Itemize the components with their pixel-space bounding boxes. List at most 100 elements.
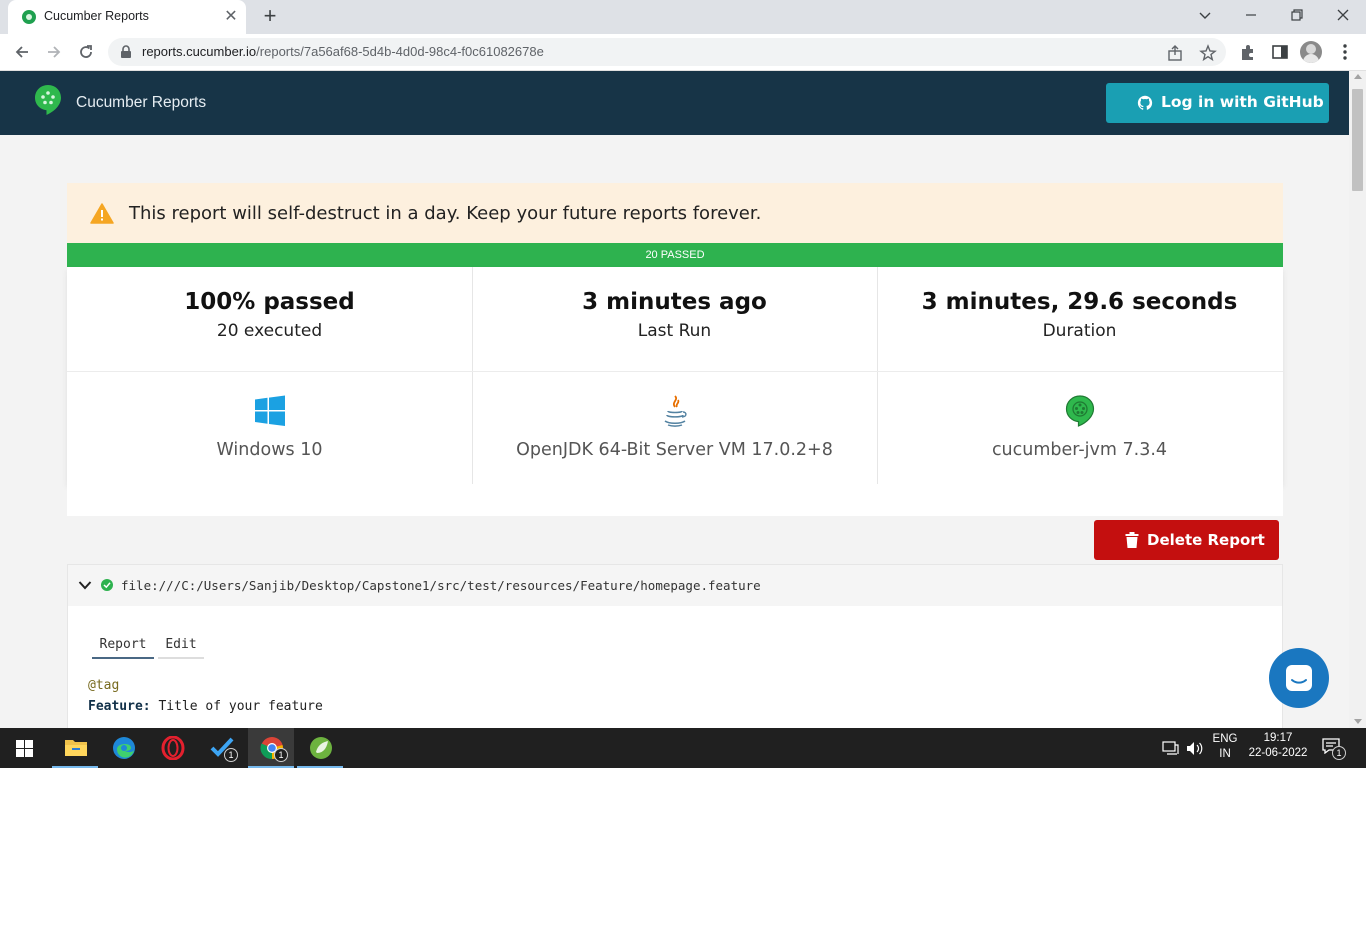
scroll-down-arrow-icon[interactable]: [1354, 719, 1362, 724]
os-label: Windows 10: [216, 440, 323, 460]
minimize-icon[interactable]: [1228, 2, 1274, 30]
cucumber-favicon-icon: [22, 10, 36, 24]
windows-taskbar: 1 1 ENG IN 19:17 22-06-2022 1: [0, 728, 1366, 768]
cucumber-icon: [1065, 395, 1094, 427]
feature-file-path: file:///C:/Users/Sanjib/Desktop/Capstone…: [121, 578, 761, 593]
implementation-label: cucumber-jvm 7.3.4: [991, 440, 1168, 460]
browser-tabstrip: Cucumber Reports ✕ +: [0, 0, 1366, 34]
pass-status-bar: 20 PASSED: [67, 243, 1283, 267]
feature-tag: @tag: [88, 678, 120, 693]
warning-text: This report will self-destruct in a day.…: [129, 203, 762, 224]
spring-tools-icon: [310, 737, 332, 759]
pass-rate-stat: 100% passed 20 executed: [67, 289, 472, 341]
duration-value: 3 minutes, 29.6 seconds: [921, 289, 1238, 315]
divider: [67, 371, 1283, 372]
close-window-icon[interactable]: [1320, 2, 1366, 30]
spacer-strip: [67, 484, 1283, 516]
vscode-badge: 1: [224, 748, 238, 762]
runtime-env: OpenJDK 64-Bit Server VM 17.0.2+8: [472, 394, 877, 460]
feature-header[interactable]: file:///C:/Users/Sanjib/Desktop/Capstone…: [68, 565, 1282, 606]
notification-center-button[interactable]: 1: [1322, 738, 1346, 760]
region-code: IN: [1219, 748, 1231, 760]
taskbar-spring-tools[interactable]: [297, 728, 343, 768]
forward-arrow-icon[interactable]: [41, 40, 67, 64]
implementation-env: cucumber-jvm 7.3.4: [877, 394, 1282, 460]
browser-toolbar: reports.cucumber.io/reports/7a56af68-5d4…: [0, 34, 1366, 71]
volume-icon[interactable]: [1186, 741, 1204, 756]
taskbar-vscode[interactable]: 1: [198, 728, 244, 768]
opera-icon: [161, 736, 185, 760]
address-bar[interactable]: reports.cucumber.io/reports/7a56af68-5d4…: [108, 38, 1226, 66]
clock-time: 19:17: [1263, 732, 1293, 744]
tab-title: Cucumber Reports: [44, 9, 149, 23]
side-panel-icon[interactable]: [1270, 42, 1290, 62]
taskbar-file-explorer[interactable]: [52, 728, 98, 768]
chat-launcher-button[interactable]: [1269, 648, 1329, 708]
new-tab-button[interactable]: +: [259, 5, 281, 27]
login-github-label: Log in with GitHub: [1161, 93, 1324, 111]
url-text[interactable]: reports.cucumber.io/reports/7a56af68-5d4…: [142, 44, 544, 59]
brand-name[interactable]: Cucumber Reports: [76, 94, 206, 112]
cucumber-logo[interactable]: [34, 84, 62, 116]
notification-badge: 1: [1332, 746, 1346, 760]
runtime-label: OpenJDK 64-Bit Server VM 17.0.2+8: [516, 440, 833, 460]
warning-icon: [90, 203, 114, 224]
edge-icon: [113, 737, 135, 759]
delete-report-button[interactable]: Delete Report: [1094, 520, 1279, 560]
star-icon[interactable]: [1199, 44, 1217, 62]
profile-avatar[interactable]: [1300, 41, 1322, 63]
summary-panel: 100% passed 20 executed 3 minutes ago La…: [67, 267, 1283, 484]
check-circle-icon: [101, 579, 113, 591]
feature-keyword: Feature:: [88, 699, 151, 714]
pass-rate-value: 100% passed: [184, 289, 355, 315]
last-run-value: 3 minutes ago: [582, 289, 767, 315]
taskbar-opera[interactable]: [149, 728, 195, 768]
share-icon[interactable]: [1166, 44, 1184, 62]
restore-icon[interactable]: [1274, 2, 1320, 30]
gherkin-source: @tag Feature: Title of your feature: [88, 675, 323, 717]
network-icon[interactable]: [1162, 741, 1180, 756]
executed-count: 20 executed: [216, 321, 323, 341]
kebab-menu-icon[interactable]: [1335, 42, 1355, 62]
site-header: Cucumber Reports Log in with GitHub: [0, 71, 1349, 135]
windows-icon: [254, 395, 285, 426]
lock-icon[interactable]: [120, 45, 132, 59]
clock-date: 22-06-2022: [1248, 747, 1308, 759]
tab-edit[interactable]: Edit: [158, 631, 204, 659]
feature-card: file:///C:/Users/Sanjib/Desktop/Capstone…: [67, 564, 1283, 728]
taskbar-chrome[interactable]: 1: [248, 728, 294, 768]
login-github-button[interactable]: Log in with GitHub: [1106, 83, 1329, 123]
start-button[interactable]: [0, 728, 46, 768]
feature-title: Title of your feature: [150, 699, 323, 714]
os-env: Windows 10: [67, 394, 472, 460]
tab-report[interactable]: Report: [92, 631, 154, 659]
duration-label: Duration: [1042, 321, 1117, 341]
taskbar-edge[interactable]: [100, 728, 146, 768]
reload-icon[interactable]: [73, 40, 99, 64]
chat-icon: [1286, 665, 1312, 691]
last-run-label: Last Run: [637, 321, 712, 341]
delete-report-label: Delete Report: [1147, 531, 1265, 549]
windows-start-icon: [16, 740, 33, 757]
github-icon: [1137, 95, 1153, 110]
last-run-stat: 3 minutes ago Last Run: [472, 289, 877, 341]
tab-search-chevron-icon[interactable]: [1182, 2, 1228, 30]
chrome-badge: 1: [274, 748, 288, 762]
report-page: Cucumber Reports Log in with GitHub This…: [0, 71, 1349, 728]
scroll-thumb[interactable]: [1352, 89, 1363, 191]
trash-icon: [1125, 532, 1139, 548]
browser-tab[interactable]: Cucumber Reports ✕: [8, 0, 246, 34]
chevron-down-icon[interactable]: [78, 580, 92, 590]
java-icon: [664, 395, 687, 427]
tab-close-icon[interactable]: ✕: [222, 7, 240, 25]
empty-area: [0, 768, 1366, 950]
page-scrollbar[interactable]: [1349, 71, 1366, 728]
clock[interactable]: 19:17 22-06-2022: [1244, 732, 1312, 759]
extensions-icon[interactable]: [1238, 42, 1258, 62]
language-indicator[interactable]: ENG IN: [1208, 733, 1242, 760]
file-explorer-icon: [65, 740, 87, 756]
scroll-up-arrow-icon[interactable]: [1354, 74, 1362, 79]
duration-stat: 3 minutes, 29.6 seconds Duration: [877, 289, 1282, 341]
back-arrow-icon[interactable]: [9, 40, 35, 64]
expiry-warning-banner: This report will self-destruct in a day.…: [67, 183, 1283, 243]
